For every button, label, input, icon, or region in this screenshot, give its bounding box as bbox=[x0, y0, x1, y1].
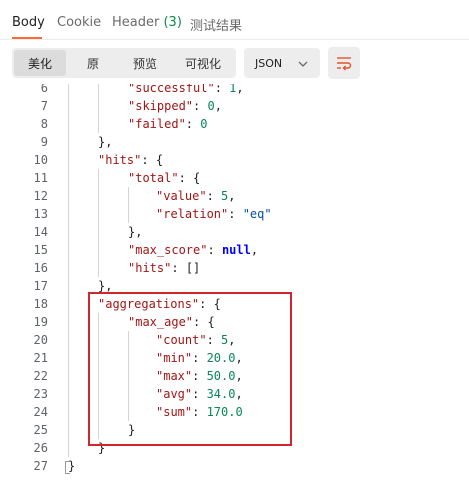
line-number: 13 bbox=[33, 207, 48, 221]
json-punctuation: }, bbox=[128, 225, 143, 239]
json-punctuation: [] bbox=[185, 261, 201, 275]
line-number: 26 bbox=[33, 441, 48, 455]
line-number: 18 bbox=[33, 297, 48, 311]
preview-button[interactable]: 预览 bbox=[120, 50, 170, 76]
line-number: 24 bbox=[33, 405, 48, 419]
json-punctuation: }, bbox=[98, 279, 113, 293]
language-select-value: JSON bbox=[255, 57, 283, 70]
highlight-box bbox=[88, 292, 292, 446]
tab-test-results[interactable]: 测试结果 bbox=[190, 15, 242, 34]
json-key: "failed" bbox=[128, 117, 186, 131]
line-number: 22 bbox=[33, 369, 48, 383]
format-toggle-group: 美化 原 预览 可视化 bbox=[12, 48, 236, 78]
chevron-down-icon bbox=[298, 58, 308, 71]
json-key: "skipped" bbox=[128, 99, 194, 113]
json-punctuation: }, bbox=[98, 135, 113, 149]
json-punctuation: , bbox=[236, 84, 244, 95]
json-key: "successful" bbox=[128, 84, 215, 95]
line-number: 14 bbox=[33, 225, 48, 239]
line-number: 7 bbox=[40, 99, 48, 113]
code-line: 12 "value": 5, bbox=[0, 187, 469, 205]
line-number: 11 bbox=[33, 171, 48, 185]
tab-header[interactable]: Header (3) bbox=[112, 15, 182, 30]
raw-button[interactable]: 原 bbox=[68, 50, 118, 76]
code-text: "max_score": null, bbox=[128, 241, 258, 259]
code-text: "skipped": 0, bbox=[128, 97, 222, 115]
json-colon: : bbox=[193, 99, 208, 113]
code-text: }, bbox=[98, 133, 112, 151]
json-value: null bbox=[221, 243, 251, 257]
json-colon: : bbox=[228, 207, 243, 221]
line-number: 20 bbox=[33, 333, 48, 347]
json-punctuation: , bbox=[250, 243, 259, 257]
tab-divider bbox=[0, 39, 469, 40]
code-line: 9}, bbox=[0, 133, 469, 151]
code-text: "successful": 1, bbox=[128, 84, 244, 97]
json-colon: : bbox=[206, 189, 222, 203]
pretty-button[interactable]: 美化 bbox=[14, 50, 66, 76]
json-colon: : bbox=[207, 243, 222, 257]
code-line: 10 "hits": { bbox=[0, 151, 469, 169]
json-key: "hits" bbox=[128, 261, 172, 275]
json-value: 0 bbox=[200, 117, 208, 131]
line-number: 19 bbox=[33, 315, 48, 329]
line-number: 6 bbox=[40, 84, 48, 95]
text-wrap-icon bbox=[337, 57, 352, 71]
code-line: 11 "total": { bbox=[0, 169, 469, 187]
code-text: "failed": 0 bbox=[128, 115, 207, 133]
visualize-button[interactable]: 可视化 bbox=[172, 50, 234, 76]
tab-header-label: Header bbox=[112, 15, 160, 30]
line-number: 17 bbox=[33, 279, 48, 293]
code-text: "relation": "eq" bbox=[156, 205, 272, 223]
code-line: 6 "successful": 1, bbox=[0, 84, 469, 97]
line-number: 27 bbox=[33, 459, 48, 473]
line-number: 9 bbox=[40, 135, 48, 149]
line-number: 15 bbox=[33, 243, 48, 257]
code-text: "total": { bbox=[128, 169, 200, 187]
code-line: 8 "failed": 0 bbox=[0, 115, 469, 133]
code-line: 13 "relation": "eq" bbox=[0, 205, 469, 223]
code-text: }, bbox=[128, 223, 142, 241]
code-line: 14}, bbox=[0, 223, 469, 241]
bracket-match-marker bbox=[65, 461, 70, 474]
json-punctuation: , bbox=[214, 99, 222, 113]
json-colon: : bbox=[178, 171, 194, 185]
code-text: "hits": [] bbox=[128, 259, 200, 277]
code-line: 27} bbox=[0, 457, 469, 475]
line-number: 10 bbox=[33, 153, 48, 167]
code-line: 15 "max_score": null, bbox=[0, 241, 469, 259]
json-value: "eq" bbox=[242, 207, 272, 221]
json-key: "hits" bbox=[98, 153, 142, 167]
line-number: 25 bbox=[33, 423, 48, 437]
json-punctuation: { bbox=[155, 153, 164, 167]
code-line: 16 "hits": [] bbox=[0, 259, 469, 277]
wrap-lines-button[interactable] bbox=[328, 47, 360, 79]
language-select[interactable]: JSON bbox=[244, 48, 320, 78]
json-value: 0 bbox=[207, 99, 215, 113]
json-key: "value" bbox=[156, 189, 207, 203]
line-number: 12 bbox=[33, 189, 48, 203]
line-number: 23 bbox=[33, 387, 48, 401]
tab-cookie[interactable]: Cookie bbox=[57, 15, 101, 30]
tab-header-count: (3) bbox=[163, 15, 182, 30]
line-number: 8 bbox=[40, 117, 48, 131]
json-colon: : bbox=[141, 153, 156, 167]
json-key: "relation" bbox=[156, 207, 229, 221]
json-punctuation: , bbox=[228, 189, 236, 203]
code-text: "hits": { bbox=[98, 151, 163, 169]
code-line: 7 "skipped": 0, bbox=[0, 97, 469, 115]
json-punctuation: { bbox=[193, 171, 201, 185]
json-colon: : bbox=[185, 117, 201, 131]
response-tabs: Body Cookie Header (3) 测试结果 bbox=[0, 0, 469, 40]
tab-body[interactable]: Body bbox=[12, 15, 45, 30]
line-number: 16 bbox=[33, 261, 48, 275]
code-text: "value": 5, bbox=[156, 187, 236, 205]
line-number: 21 bbox=[33, 351, 48, 365]
json-key: "total" bbox=[128, 171, 179, 185]
json-colon: : bbox=[171, 261, 186, 275]
json-colon: : bbox=[214, 84, 230, 95]
json-key: "max_score" bbox=[128, 243, 208, 257]
